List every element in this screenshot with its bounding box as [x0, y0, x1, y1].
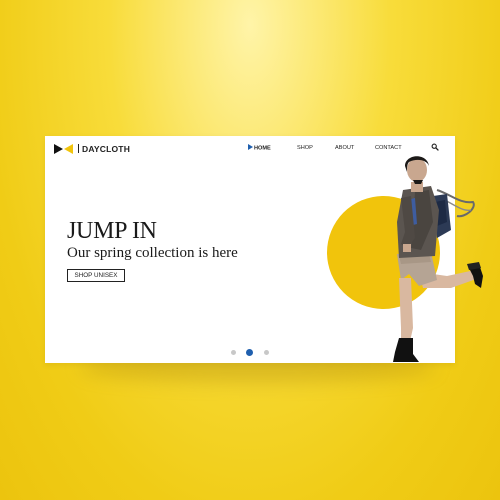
nav-item-home[interactable]: HOME [248, 144, 271, 153]
nav-label-shop: SHOP [297, 145, 313, 151]
carousel-dot[interactable] [264, 350, 269, 355]
play-arrow-icon [248, 144, 253, 150]
carousel-dot-active[interactable] [246, 349, 253, 356]
search-icon[interactable] [431, 143, 439, 151]
logo-mark-icon [54, 144, 73, 154]
model-image [393, 156, 483, 362]
carousel-dot[interactable] [231, 350, 236, 355]
nav-label-home: HOME [254, 145, 271, 152]
carousel-dots [229, 348, 271, 356]
nav-item-about[interactable]: ABOUT [335, 144, 354, 152]
nav-item-shop[interactable]: SHOP [297, 144, 313, 152]
brand-name: DAYCLOTH [78, 144, 130, 154]
logo-divider [78, 144, 79, 153]
brand-logo[interactable]: DAYCLOTH [54, 143, 130, 155]
nav-item-contact[interactable]: CONTACT [375, 144, 402, 152]
shop-unisex-button[interactable]: SHOP UNISEX [67, 269, 125, 282]
nav-label-contact: CONTACT [375, 145, 402, 151]
hero-title: JUMP IN [67, 218, 157, 244]
landing-page-card: DAYCLOTH HOME SHOP ABOUT CONTACT JUMP IN… [45, 136, 483, 363]
nav-label-about: ABOUT [335, 145, 355, 151]
hero-subtitle: Our spring collection is here [67, 245, 238, 261]
brand-name-text: DAYCLOTH [82, 144, 131, 154]
